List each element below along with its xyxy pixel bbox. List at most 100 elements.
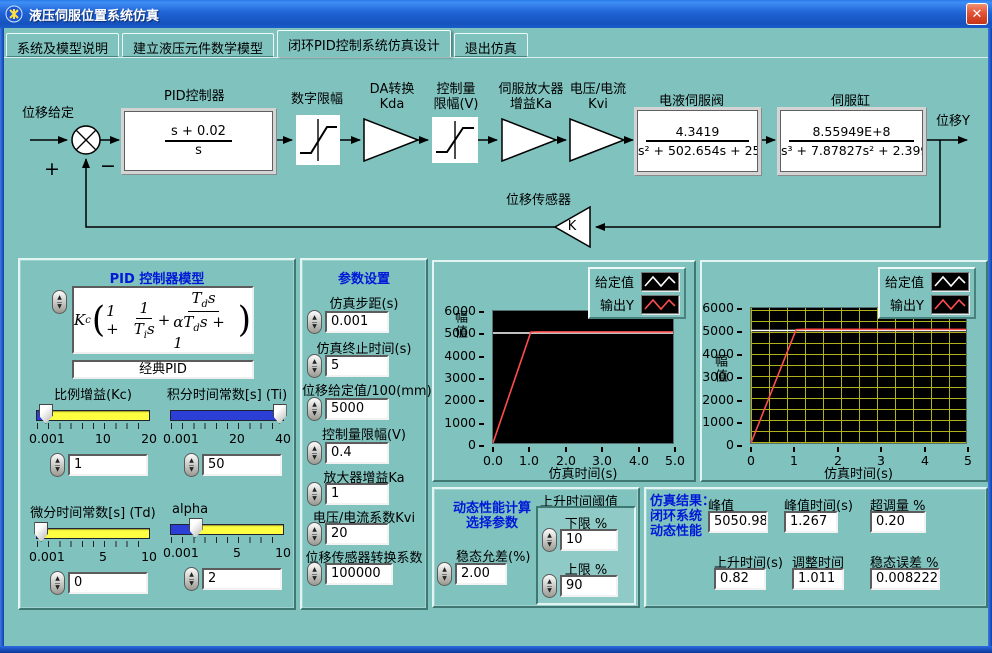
slider-kc-value[interactable]: 1	[68, 454, 148, 476]
slider-kc-label: 比例增益(Kc)	[28, 384, 158, 403]
peak-value: 5050.98	[708, 511, 768, 533]
slider-ti-thumb[interactable]	[273, 404, 287, 424]
slider-ti-label: 积分时间常数[s] (Ti)	[162, 384, 292, 403]
param-kvi-value[interactable]: 20	[325, 523, 389, 545]
tick-mid: 10	[95, 431, 111, 446]
chart-panel-right: 给定值 输出Y 幅值 6000 5000 4000 3000 2000 1000…	[700, 260, 988, 482]
spinner-up-icon: ▲	[312, 486, 317, 494]
slider-td-value[interactable]: 0	[68, 572, 148, 594]
pid-type-display[interactable]: 经典PID	[72, 360, 254, 379]
slider-kc-thumb[interactable]	[39, 404, 53, 424]
slider-td-thumb[interactable]	[34, 522, 48, 542]
title-bar[interactable]: 液压伺服位置系统仿真 ✕	[0, 0, 992, 28]
param-endtime-value[interactable]: 5	[325, 355, 389, 377]
dyn-title-line2: 选择参数	[438, 516, 546, 531]
tab-exit[interactable]: 退出仿真	[454, 33, 528, 57]
app-window: { "window": { "title": "液压伺服位置系统仿真" }, "…	[0, 0, 992, 653]
slider-ti-track[interactable]	[170, 410, 284, 421]
upper-value[interactable]: 90	[560, 575, 618, 597]
spinner-up-icon: ▲	[312, 445, 317, 453]
close-button[interactable]: ✕	[966, 3, 988, 25]
formula-kc: K	[74, 311, 85, 329]
slider-alpha-value[interactable]: 2	[202, 568, 282, 590]
ytick: 1000	[444, 415, 484, 430]
chart-right-legend: 给定值 输出Y	[878, 267, 976, 319]
slider-ti-spinner[interactable]: ▲▼	[184, 453, 199, 477]
tolerance-spinner[interactable]: ▲▼	[437, 562, 452, 586]
servo-amp-label: 伺服放大器 增益Ka	[491, 82, 571, 112]
chart-left-series	[493, 311, 673, 443]
cylinder-tf-numerator: 8.55949E+8	[789, 124, 913, 142]
param-ka-value[interactable]: 1	[325, 483, 389, 505]
slider-td-spinner[interactable]: ▲▼	[50, 571, 65, 595]
param-setpoint-spinner[interactable]: ▲▼	[307, 397, 322, 421]
output-label: 位移Y	[936, 110, 970, 129]
spinner-up-icon: ▲	[312, 401, 317, 409]
slider-alpha-track[interactable]	[170, 524, 284, 535]
slider-alpha-spinner[interactable]: ▲▼	[184, 567, 199, 591]
legend-given-icon[interactable]	[641, 272, 679, 291]
param-ka-spinner[interactable]: ▲▼	[307, 482, 322, 506]
param-setpoint-value[interactable]: 5000	[325, 398, 389, 420]
rise-time-value: 0.82	[714, 568, 766, 590]
tab-build-model[interactable]: 建立液压元件数学模型	[122, 33, 274, 57]
legend-output-label: 输出Y	[600, 295, 634, 314]
frac2-den: αTds + 1	[173, 312, 233, 352]
chart-right-plot	[750, 307, 967, 444]
digital-limit-label: 数字限幅	[291, 88, 343, 107]
vi-label-line1: 电压/电流	[562, 82, 634, 97]
upper-spinner[interactable]: ▲▼	[542, 574, 557, 598]
slider-ti: 积分时间常数[s] (Ti) 0.001 20 40 ▲▼ 50	[162, 384, 292, 477]
param-step-spinner[interactable]: ▲▼	[307, 310, 322, 334]
lower-spinner[interactable]: ▲▼	[542, 528, 557, 552]
tick-min: 0.001	[163, 545, 199, 560]
window-border-right	[988, 28, 992, 653]
param-sensor-value[interactable]: 100000	[325, 563, 393, 585]
legend-output-icon[interactable]	[931, 295, 969, 314]
tab-system-description[interactable]: 系统及模型说明	[6, 33, 119, 57]
param-step-value[interactable]: 0.001	[325, 311, 389, 333]
ctrl-limit-label: 控制量 限幅(V)	[427, 82, 485, 112]
ytick: 1000	[702, 414, 742, 429]
results-caption: 仿真结果： 闭环系统 动态性能	[650, 494, 715, 539]
tab-pid-simulation[interactable]: 闭环PID控制系统仿真设计	[277, 30, 451, 57]
param-endtime-spinner[interactable]: ▲▼	[307, 354, 322, 378]
tolerance-value[interactable]: 2.00	[455, 563, 507, 585]
formula-spinner[interactable]: ▲ ▼	[52, 290, 67, 314]
slider-kc-spinner[interactable]: ▲▼	[50, 453, 65, 477]
legend-output-icon[interactable]	[641, 295, 679, 314]
tick-mid: 20	[229, 431, 245, 446]
param-kvi-spinner[interactable]: ▲▼	[307, 522, 322, 546]
servo-amp-line2: 增益Ka	[491, 97, 571, 112]
slider-ti-value[interactable]: 50	[202, 454, 282, 476]
formula-kc-sub: c	[85, 315, 91, 326]
dyn-title: 动态性能计算 选择参数	[438, 501, 546, 531]
da-label-line2: Kda	[361, 97, 423, 112]
spinner-up-icon: ▲	[55, 575, 60, 583]
param-sensor-spinner[interactable]: ▲▼	[307, 562, 322, 586]
spinner-up-icon: ▲	[57, 294, 62, 302]
spinner-up-icon: ▲	[442, 566, 447, 574]
param-ctrllimit-spinner[interactable]: ▲▼	[307, 441, 322, 465]
params-panel-title: 参数设置	[302, 268, 426, 287]
close-icon: ✕	[972, 7, 983, 22]
pid-tf-denominator: s	[165, 142, 232, 158]
slider-td-track[interactable]	[36, 528, 150, 539]
lower-value[interactable]: 10	[560, 529, 618, 551]
servo-amp-line1: 伺服放大器	[491, 82, 571, 97]
spinner-down-icon: ▼	[312, 409, 317, 418]
ctrl-limit-line1: 控制量	[427, 82, 485, 97]
slider-kc-track[interactable]	[36, 410, 150, 421]
chart-left-xlabel: 仿真时间(s)	[492, 463, 674, 482]
legend-given-icon[interactable]	[931, 272, 969, 291]
frac1-num: 1	[136, 299, 152, 319]
spinner-down-icon: ▼	[547, 540, 552, 549]
slider-kc: 比例增益(Kc) 0.001 10 20 ▲▼ 1	[28, 384, 158, 477]
param-ctrllimit-value[interactable]: 0.4	[325, 442, 389, 464]
ytick: 3000	[444, 370, 484, 385]
spinner-down-icon: ▼	[312, 453, 317, 462]
sensor-label: 位移传感器	[506, 189, 571, 208]
slider-alpha-thumb[interactable]	[189, 518, 203, 538]
legend-given-label: 给定值	[885, 272, 924, 291]
slider-alpha-ticks	[171, 537, 283, 543]
